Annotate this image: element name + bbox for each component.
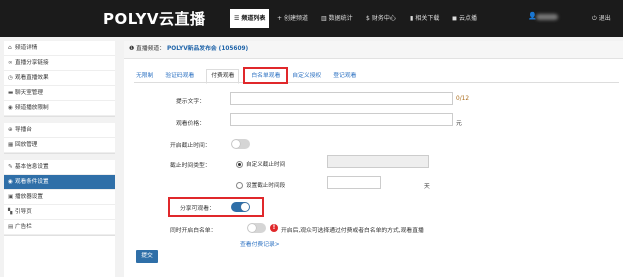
- deadline-type-label: 截止时间类型：: [170, 163, 211, 169]
- toggle-knob: [248, 224, 256, 232]
- top-navbar: POLYV云直播 ☰ 频道列表 + 创建频道 ▥ 数据统计 $ 财务中心 ▮ 相关下载 ◼…: [0, 0, 623, 37]
- channel-name: POLYV新品发布会 (105609): [167, 46, 249, 52]
- radio-deadline-period[interactable]: 设置截止时间段: [236, 181, 285, 189]
- image-icon: ▤: [8, 224, 14, 230]
- tabs-underline: [134, 82, 619, 83]
- price-unit: 元: [456, 121, 462, 127]
- nav-channel-list[interactable]: ☰ 频道列表: [230, 9, 270, 28]
- sidebar-group-channel: ⌂ 频道详情 ∞ 直播分享链接 ◷ 观看直播效果 ▬ 聊天室管理 ◉ 频道播放限制: [4, 41, 115, 117]
- bar-chart-icon: ▥: [321, 15, 327, 22]
- sidebar-item-director[interactable]: ⊕ 导播台: [4, 123, 115, 138]
- whitelist-label: 同时开启白名单：: [170, 228, 217, 234]
- nav-create-channel[interactable]: + 创建频道: [277, 9, 308, 28]
- custom-deadline-input[interactable]: [327, 155, 429, 168]
- whitelist-hint: 开启后,观众可选择通过付费或者白名单的方式,观看直播: [281, 228, 424, 234]
- sidebar-group-tools: ⊕ 导播台 ▦ 回放管理: [4, 123, 115, 154]
- tip-label: 提示文字：: [176, 99, 205, 105]
- nav-finance[interactable]: $ 财务中心: [366, 9, 396, 28]
- grid-icon: ▦: [8, 142, 14, 148]
- price-label: 观看价格：: [176, 121, 205, 127]
- sidebar-item-chatroom[interactable]: ▬ 聊天室管理: [4, 86, 115, 101]
- sidebar: ⌂ 频道详情 ∞ 直播分享链接 ◷ 观看直播效果 ▬ 聊天室管理 ◉ 频道播放限制 ⊕ 导播…: [4, 41, 115, 277]
- eye-icon: ◉: [8, 179, 13, 185]
- deadline-toggle[interactable]: [231, 139, 250, 149]
- dollar-icon: $: [366, 15, 370, 22]
- user-icon[interactable]: 👤: [528, 12, 537, 20]
- whitelist-toggle[interactable]: [247, 223, 266, 233]
- link-icon: ∞: [8, 60, 13, 66]
- username-redacted[interactable]: [536, 14, 558, 20]
- pencil-icon: ✎: [8, 164, 13, 170]
- radio-unchecked-icon: [236, 182, 243, 189]
- radio-custom-deadline[interactable]: 自定义截止时间: [236, 160, 285, 168]
- globe-icon: ⊕: [8, 127, 13, 133]
- deadline-period-input[interactable]: [327, 176, 381, 189]
- sidebar-item-channel-detail[interactable]: ⌂ 频道详情: [4, 41, 115, 56]
- nav-downloads[interactable]: ▮ 相关下载: [410, 9, 439, 28]
- power-icon: ⏻: [592, 15, 597, 22]
- sidebar-item-guide-page[interactable]: ▚ 引导页: [4, 205, 115, 220]
- sidebar-item-watch-effect[interactable]: ◷ 观看直播效果: [4, 71, 115, 86]
- sidebar-item-play-limit[interactable]: ◉ 频道播放限制: [4, 101, 115, 116]
- nav-statistics[interactable]: ▥ 数据统计: [321, 9, 353, 28]
- sidebar-item-watch-conditions[interactable]: ◉ 观看条件设置: [4, 175, 115, 190]
- logout-link[interactable]: ⏻ 退出: [592, 9, 611, 28]
- list-icon: ☰: [234, 15, 240, 22]
- home-icon: ⌂: [8, 45, 12, 51]
- channel-prefix: ❶ 直播频道：: [129, 46, 166, 52]
- tip-input[interactable]: [230, 92, 453, 105]
- submit-button[interactable]: 提交: [136, 250, 158, 263]
- price-input[interactable]: [230, 113, 453, 126]
- period-unit: 天: [424, 184, 430, 190]
- warning-icon: !: [270, 224, 278, 232]
- toggle-knob: [232, 140, 240, 148]
- radio-checked-icon: [236, 161, 243, 168]
- sidebar-group-settings: ✎ 基本信息设置 ◉ 观看条件设置 ▣ 播放器设置 ▚ 引导页 ▤ 广告栏: [4, 160, 115, 236]
- view-payment-records-link[interactable]: 查看付费记录>: [240, 239, 280, 248]
- eye-icon: ◉: [8, 105, 13, 111]
- sidebar-item-playback[interactable]: ▦ 回放管理: [4, 138, 115, 153]
- download-icon: ▮: [410, 15, 414, 22]
- sidebar-item-ad-bar[interactable]: ▤ 广告栏: [4, 220, 115, 235]
- flag-icon: ▚: [8, 209, 13, 215]
- nav-cloud-vod[interactable]: ◼ 云点播: [452, 9, 477, 28]
- tip-counter: 0/12: [456, 96, 470, 102]
- play-icon: ▣: [8, 194, 14, 200]
- share-highlight: [168, 197, 264, 217]
- breadcrumb: ❶ 直播频道： POLYV新品发布会 (105609): [124, 41, 623, 59]
- sidebar-item-basic-info[interactable]: ✎ 基本信息设置: [4, 160, 115, 175]
- polyv-logo[interactable]: POLYV云直播: [103, 8, 205, 29]
- sidebar-item-player[interactable]: ▣ 播放器设置: [4, 190, 115, 205]
- clock-icon: ◷: [8, 75, 13, 81]
- deadline-toggle-label: 开启截止时间：: [170, 143, 211, 149]
- sidebar-item-share-link[interactable]: ∞ 直播分享链接: [4, 56, 115, 71]
- cloud-icon: ◼: [452, 15, 457, 22]
- chat-icon: ▬: [8, 90, 14, 96]
- paid-tab-highlight: [243, 67, 288, 84]
- plus-icon: +: [277, 15, 283, 22]
